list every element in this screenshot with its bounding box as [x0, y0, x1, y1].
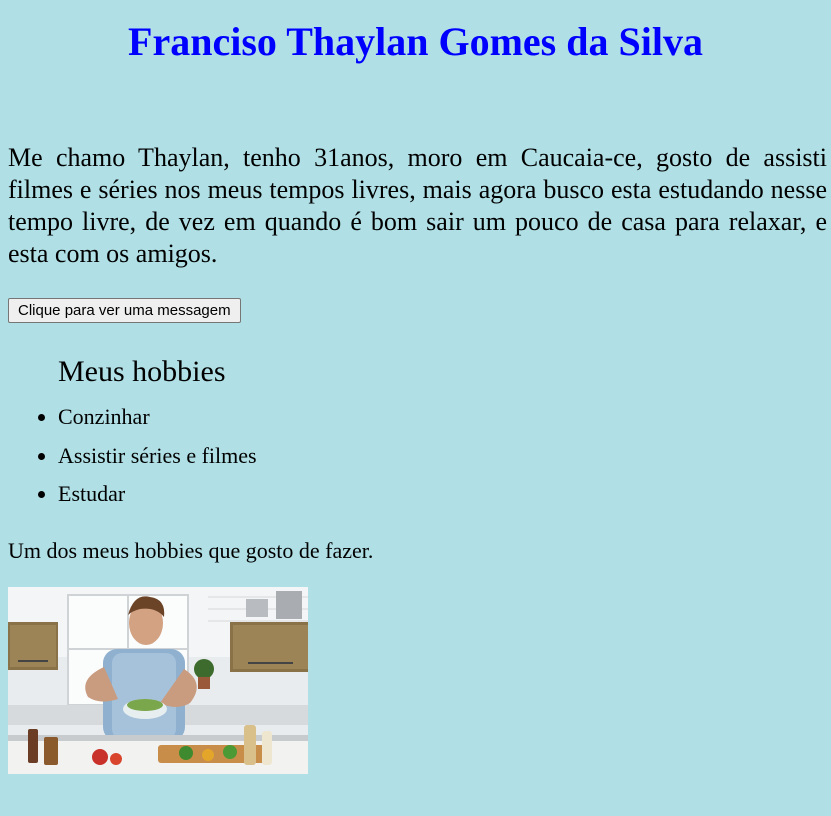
- photo-caption: Um dos meus hobbies que gosto de fazer.: [8, 538, 374, 563]
- cooking-photo: [8, 587, 308, 774]
- intro-paragraph: Me chamo Thaylan, tenho 31anos, moro em …: [8, 143, 827, 268]
- page-title: Franciso Thaylan Gomes da Silva: [128, 19, 703, 64]
- hobby-item: Assistir séries e filmes: [58, 437, 257, 476]
- show-message-button[interactable]: Clique para ver uma messagem: [8, 298, 241, 323]
- hobby-item: Conzinhar: [58, 398, 257, 437]
- hobby-item: Estudar: [58, 475, 257, 514]
- hobbies-list: Conzinhar Assistir séries e filmes Estud…: [0, 398, 257, 514]
- hobbies-heading: Meus hobbies: [58, 355, 226, 388]
